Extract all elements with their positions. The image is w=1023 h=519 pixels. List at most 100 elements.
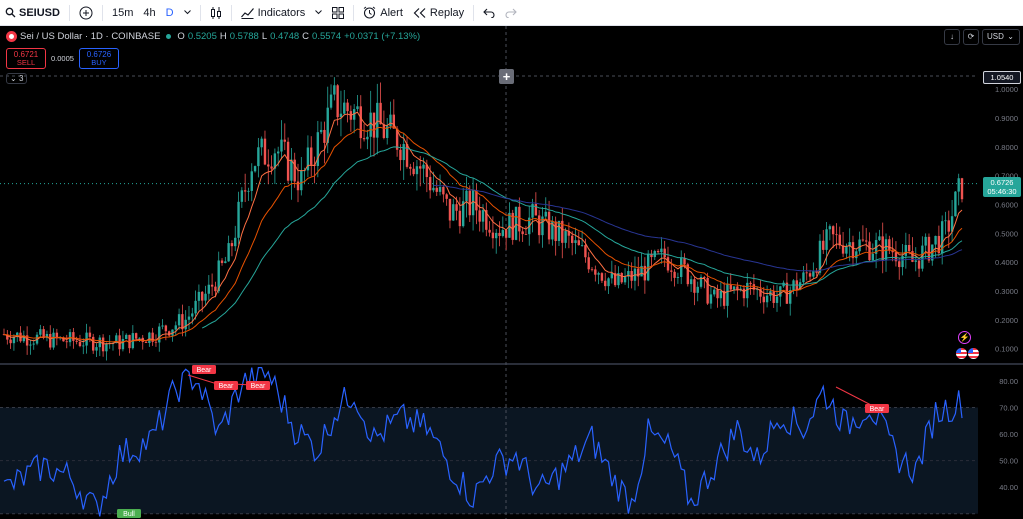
currency-select[interactable]: USD ⌄	[982, 29, 1020, 45]
replay-button[interactable]: Replay	[408, 0, 469, 26]
alert-button[interactable]: Alert	[358, 0, 408, 26]
trade-panel: 0.6721 SELL 0.0005 0.6726 BUY	[6, 48, 119, 69]
candle-body	[960, 178, 964, 200]
interval-15m[interactable]: 15m	[107, 0, 138, 26]
undo-button[interactable]	[478, 0, 500, 26]
candle-body	[247, 190, 250, 192]
chart-area[interactable]: 1.00000.90000.80000.70000.60000.50000.40…	[0, 26, 1023, 519]
candle-body	[944, 220, 947, 222]
candle-body	[521, 231, 524, 235]
candle-body	[290, 159, 293, 181]
candle-body	[230, 243, 234, 247]
crosshair-plus-button[interactable]: +	[499, 69, 514, 84]
toolbar-divider	[68, 4, 70, 21]
candle-body	[709, 294, 713, 304]
candle-body	[280, 139, 283, 152]
candle-body	[125, 334, 128, 339]
price-chart[interactable]: 1.00000.90000.80000.70000.60000.50000.40…	[0, 26, 1023, 519]
candle-body	[868, 241, 871, 261]
redo-button[interactable]	[500, 0, 522, 26]
candle-body	[855, 251, 858, 259]
interval-dropdown[interactable]	[179, 0, 196, 26]
templates-button[interactable]	[327, 0, 349, 26]
candle-body	[673, 271, 676, 278]
candle-body	[240, 190, 244, 202]
candle-body	[201, 291, 204, 301]
candle-body	[409, 166, 412, 169]
candle-body	[452, 204, 455, 221]
event-flags	[956, 348, 980, 359]
candle-body	[78, 341, 82, 347]
lightning-icon[interactable]: ⚡	[958, 331, 971, 344]
candle-body	[204, 293, 207, 301]
interval-d[interactable]: D	[161, 0, 179, 26]
candle-body	[12, 337, 16, 344]
us-flag-icon[interactable]	[956, 348, 967, 359]
candle-body	[319, 129, 323, 133]
candle-body	[339, 113, 343, 118]
candle-body	[95, 347, 98, 351]
candle-body	[772, 291, 775, 303]
candle-body	[379, 102, 382, 125]
candle-body	[359, 106, 362, 139]
chart-type-button[interactable]	[205, 0, 227, 26]
candle-body	[495, 232, 498, 239]
toolbar-divider	[199, 4, 201, 21]
candle-body	[438, 186, 442, 192]
auto-scale-button[interactable]: ⟳	[963, 29, 979, 45]
candle-body	[399, 149, 402, 161]
candle-body	[954, 191, 957, 217]
candle-body	[749, 282, 752, 285]
candle-body	[775, 296, 779, 303]
candle-body	[263, 138, 267, 165]
compare-symbol-button[interactable]	[74, 0, 98, 26]
candle-body	[878, 236, 881, 241]
toolbar-divider	[473, 4, 475, 21]
indicators-button[interactable]: Indicators	[236, 0, 311, 26]
candle-body	[323, 129, 326, 143]
candle-body	[957, 178, 960, 192]
currency-label: USD	[987, 32, 1004, 41]
candle-body	[518, 206, 521, 232]
candle-body	[234, 237, 237, 247]
candle-body	[442, 186, 445, 195]
candle-body	[726, 284, 729, 306]
price-axis-tick: 0.6000	[995, 201, 1018, 210]
legend-title: Sei / US Dollar · 1D · COINBASE	[20, 31, 161, 42]
bull-label: Bull	[123, 511, 135, 518]
candle-body	[267, 164, 270, 167]
candle-body	[333, 85, 336, 95]
candle-body	[310, 147, 313, 165]
indicator-count: 3	[18, 74, 24, 83]
us-flag-icon[interactable]	[968, 348, 979, 359]
arrow-down-icon: ↓	[950, 32, 954, 41]
indicators-collapse-button[interactable]: ⌄ 3	[6, 73, 28, 84]
indicators-icon	[240, 7, 254, 19]
candle-body	[283, 139, 286, 142]
sell-button[interactable]: 0.6721 SELL	[6, 48, 46, 69]
candle-body	[448, 198, 452, 221]
toolbar-divider	[101, 4, 103, 21]
buy-button[interactable]: 0.6726 BUY	[78, 48, 119, 69]
candle-body	[947, 220, 950, 232]
candle-body	[257, 147, 260, 167]
templates-icon	[332, 6, 345, 19]
candle-body	[808, 273, 812, 277]
interval-4h[interactable]: 4h	[138, 0, 160, 26]
scroll-to-latest-button[interactable]: ↓	[944, 29, 960, 45]
candle-body	[362, 138, 366, 140]
bear-label: Bear	[197, 367, 212, 374]
price-axis-tick: 0.2000	[995, 316, 1018, 325]
candle-body	[293, 159, 296, 182]
candle-body	[498, 232, 501, 236]
refresh-icon: ⟳	[967, 32, 975, 41]
candle-body	[376, 102, 379, 138]
candle-body	[825, 229, 828, 250]
candle-body	[478, 210, 481, 222]
indicators-dropdown[interactable]	[310, 0, 327, 26]
candle-body	[828, 226, 832, 230]
candle-body	[676, 276, 680, 278]
candle-body	[210, 284, 214, 287]
symbol-search[interactable]: SEIUSD	[0, 0, 65, 26]
candle-body	[594, 269, 597, 275]
